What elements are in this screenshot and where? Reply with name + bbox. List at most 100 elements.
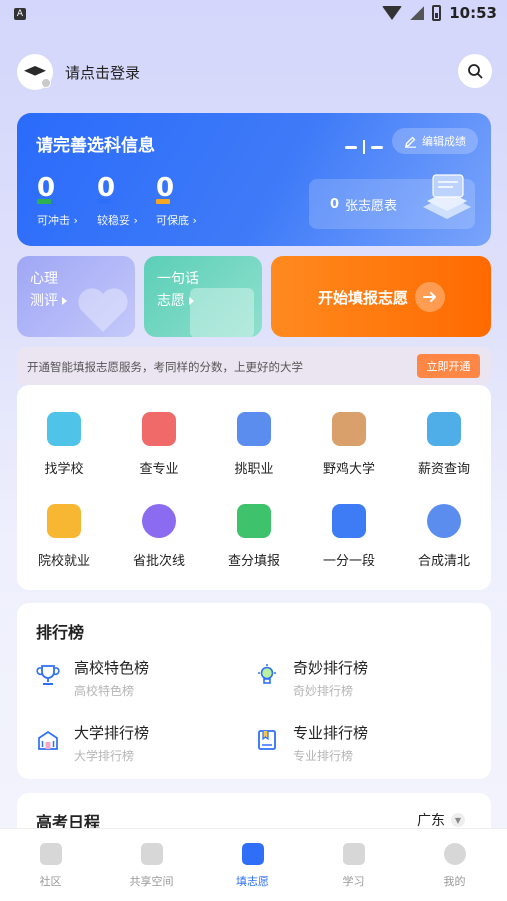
one-sentence-line2: 志愿: [157, 293, 185, 309]
wish-table-illustration-icon: [423, 174, 471, 219]
stat-safe[interactable]: 0 较稳妥 ›: [97, 173, 138, 228]
feature-label: 查分填报: [227, 554, 280, 569]
clock: 10:53: [449, 4, 497, 22]
activate-now-button[interactable]: 立即开通: [417, 354, 480, 378]
feature-diploma-mill[interactable]: 野鸡大学: [302, 412, 396, 477]
nav-shared-space[interactable]: 共享空间: [101, 829, 202, 901]
salary-icon: [427, 412, 461, 446]
nav-label: 填志愿: [236, 875, 269, 888]
feature-qingbei[interactable]: 合成清北: [397, 504, 491, 569]
feature-score-fill[interactable]: 查分填报: [207, 504, 301, 569]
feature-score-segment[interactable]: 一分一段: [302, 504, 396, 569]
fill-wish-icon: [241, 843, 264, 865]
feature-label: 合成清北: [417, 554, 470, 569]
feature-label: 找学校: [44, 462, 84, 477]
edit-scores-label: 编辑成绩: [422, 135, 466, 148]
batch-line-icon: [142, 504, 176, 538]
avatar[interactable]: [17, 54, 53, 90]
feature-grid: 找学校 查专业 挑职业 野鸡大学 薪资查询 院校就业 省批次线 查分填报 一分一…: [17, 385, 491, 590]
feature-find-major[interactable]: 查专业: [112, 412, 206, 477]
subject-placeholder: [345, 140, 383, 154]
ranking-item-school-feature[interactable]: 高校特色榜 高校特色榜: [36, 657, 246, 701]
start-filling-label: 开始填报志愿: [318, 289, 409, 307]
edit-scores-button[interactable]: 编辑成绩: [392, 128, 478, 154]
ranking-item-title: 专业排行榜: [293, 724, 369, 742]
profile-icon: [443, 843, 466, 865]
bulb-icon: [258, 664, 276, 684]
psych-test-tile[interactable]: 心理 测评: [17, 256, 135, 337]
community-icon: [39, 843, 62, 865]
feature-school-employment[interactable]: 院校就业: [17, 504, 111, 569]
ranking-item-university[interactable]: 大学排行榜 大学排行榜: [36, 722, 246, 766]
wifi-icon: [382, 6, 403, 20]
shared-space-icon: [140, 843, 163, 865]
feature-label: 挑职业: [234, 462, 274, 477]
nav-profile[interactable]: 我的: [404, 829, 505, 901]
pencil-icon: [405, 136, 416, 148]
stat-fallback-label: 可保底: [156, 214, 189, 227]
nav-fill-wish[interactable]: 填志愿: [202, 829, 303, 901]
heart-icon: [78, 288, 128, 332]
stat-fallback[interactable]: 0 可保底 ›: [156, 173, 197, 228]
score-card[interactable]: 请完善选科信息 编辑成绩 0 可冲击 › 0 较稳妥 › 0 可保底 › 0 张…: [17, 113, 491, 246]
ranking-section: 排行榜 高校特色榜 高校特色榜 奇妙排行榜 奇妙排行榜 大学排行榜 大学排行榜: [17, 603, 491, 779]
segment-icon: [332, 504, 366, 538]
nav-community[interactable]: 社区: [0, 829, 101, 901]
one-sentence-line1: 一句话: [157, 271, 199, 287]
app-notification-icon: A: [14, 8, 26, 20]
ranking-item-subtitle: 高校特色榜: [74, 684, 135, 698]
feature-label: 野鸡大学: [322, 462, 375, 477]
nav-label: 学习: [342, 875, 365, 888]
feature-label: 省批次线: [132, 554, 185, 569]
feature-label: 院校就业: [37, 554, 90, 569]
ranking-item-title: 大学排行榜: [74, 724, 150, 742]
promo-text: 开通智能填报志愿服务，考同样的分数，上更好的大学: [27, 360, 303, 374]
stat-reach-label: 可冲击: [37, 214, 70, 227]
region-label: 广东: [417, 813, 445, 829]
qingbei-icon: [427, 504, 461, 538]
feature-pick-career[interactable]: 挑职业: [207, 412, 301, 477]
stat-reach[interactable]: 0 可冲击 ›: [37, 173, 78, 228]
ranking-item-subtitle: 奇妙排行榜: [293, 684, 354, 698]
ranking-item-major[interactable]: 专业排行榜 专业排行榜: [255, 722, 465, 766]
nav-label: 共享空间: [129, 875, 174, 888]
feature-batch-line[interactable]: 省批次线: [112, 504, 206, 569]
ranking-item-subtitle: 专业排行榜: [293, 749, 354, 763]
feature-find-school[interactable]: 找学校: [17, 412, 111, 477]
feature-salary-query[interactable]: 薪资查询: [397, 412, 491, 477]
stat-fallback-value: 0: [156, 173, 175, 203]
promo-banner: 开通智能填报志愿服务，考同样的分数，上更好的大学 立即开通: [17, 347, 491, 385]
nav-label: 我的: [443, 875, 466, 888]
bottom-nav: 社区 共享空间 填志愿 学习 我的: [0, 828, 507, 901]
search-icon: [468, 64, 483, 79]
major-icon: [142, 412, 176, 446]
score-card-title: 请完善选科信息: [36, 136, 155, 156]
career-icon: [237, 412, 271, 446]
no-signal-icon: [410, 6, 425, 20]
status-bar: A 10:53: [0, 0, 507, 30]
ranking-item-title: 高校特色榜: [74, 659, 150, 677]
stat-safe-label: 较稳妥: [97, 214, 130, 227]
nav-label: 社区: [39, 875, 62, 888]
stat-safe-value: 0: [97, 173, 116, 203]
one-sentence-wish-tile[interactable]: 一句话 志愿: [144, 256, 262, 337]
book-icon: [258, 730, 276, 750]
nav-study[interactable]: 学习: [303, 829, 404, 901]
battery-icon: [432, 5, 442, 21]
graduation-cap-icon: [24, 66, 46, 76]
region-selector[interactable]: 广东 ▼: [417, 810, 465, 830]
login-prompt[interactable]: 请点击登录: [65, 62, 140, 83]
ranking-item-title: 奇妙排行榜: [293, 659, 369, 677]
avatar-badge-icon: [41, 78, 51, 88]
start-filling-tile[interactable]: 开始填报志愿: [271, 256, 491, 337]
stat-reach-value: 0: [37, 173, 56, 203]
trophy-icon: [36, 665, 60, 685]
star-board-icon: [190, 288, 254, 337]
ranking-item-wonder[interactable]: 奇妙排行榜 奇妙排行榜: [255, 657, 465, 701]
wish-count-value: 0: [330, 196, 340, 212]
chevron-down-icon: ▼: [451, 813, 465, 827]
arrow-right-icon: [415, 282, 445, 312]
search-button[interactable]: [458, 54, 492, 88]
feature-label: 薪资查询: [417, 462, 470, 477]
score-fill-icon: [237, 504, 271, 538]
